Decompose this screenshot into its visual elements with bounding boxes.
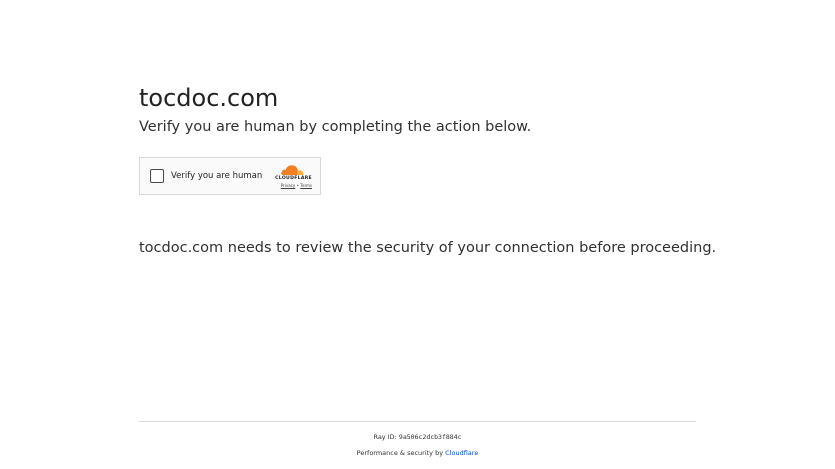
privacy-link[interactable]: Privacy <box>281 183 295 188</box>
performance-text: Performance & security by <box>356 449 444 457</box>
footer-divider <box>139 421 696 422</box>
cloudflare-legal-links: Privacy • Terms <box>260 183 312 188</box>
cloudflare-branding: CLOUDFLARE Privacy • Terms <box>260 163 312 191</box>
link-separator: • <box>296 183 299 188</box>
ray-id-line: Ray ID: 9a506c2dcb3f884c <box>139 432 696 442</box>
cloudflare-wordmark: CLOUDFLARE <box>275 176 312 181</box>
page-subtitle: Verify you are human by completing the a… <box>139 119 532 135</box>
cloudflare-cloud-icon <box>281 165 304 175</box>
cloudflare-link[interactable]: Cloudflare <box>445 449 478 457</box>
page-title: tocdoc.com <box>139 84 279 112</box>
security-message: tocdoc.com needs to review the security … <box>139 240 717 256</box>
ray-id-label: Ray ID: <box>373 433 397 441</box>
turnstile-widget: Verify you are human CLOUDFLARE Privacy … <box>139 157 321 195</box>
verify-checkbox-label[interactable]: Verify you are human <box>171 170 262 182</box>
performance-line: Performance & security by Cloudflare <box>139 448 696 458</box>
terms-link[interactable]: Terms <box>300 183 312 188</box>
verify-checkbox[interactable] <box>150 169 164 183</box>
challenge-page: tocdoc.com Verify you are human by compl… <box>0 0 835 469</box>
ray-id-value: 9a506c2dcb3f884c <box>398 433 462 441</box>
